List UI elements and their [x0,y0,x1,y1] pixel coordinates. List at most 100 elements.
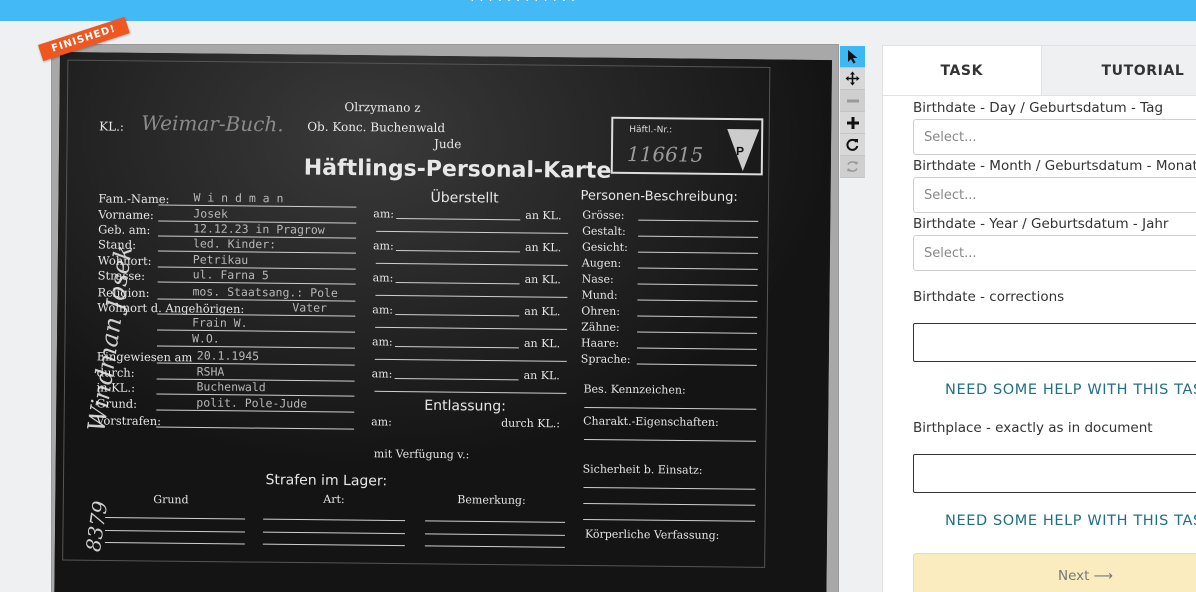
card-left-value: RSHA [197,364,225,378]
card-left-label: Vorstrafen: [95,413,161,428]
move-icon[interactable] [840,68,865,90]
personen-label: Grösse: [582,208,624,221]
triangle-letter: P [736,144,744,158]
uberstellt-ankl-label: an KL. [524,369,560,382]
card-left-value: Buchenwald [196,379,265,394]
koerper-label: Körperliche Verfassung: [585,528,720,542]
birthdate-year-label: Birthdate - Year / Geburtsdatum - Jahr [913,216,1169,232]
next-button[interactable]: Next ⟶ [913,553,1196,592]
uberstellt-heading: Überstellt [430,188,499,207]
uberstellt-am-label: am: [372,367,393,380]
card-left-label: Stand: [98,237,136,251]
uberstellt-am-label: am: [373,239,394,252]
durch-kl-label: durch KL.: [501,417,560,431]
zoom-in-icon[interactable] [840,112,865,134]
birthplace-input[interactable] [913,454,1196,493]
strafen-col-bemerkung: Bemerkung: [457,493,526,507]
card-left-label: in KL.: [96,380,135,394]
personen-label: Ohren: [581,304,620,317]
uberstellt-am-label: am: [372,335,393,348]
uberstellt-ankl-label: an KL. [524,337,560,350]
uberstellt-ankl-label: an KL. [525,273,561,286]
uberstellt-ankl-label: an KL. [525,209,561,222]
doc-kl-label: KL.: [99,119,124,133]
tab-tutorial[interactable]: TUTORIAL [1040,46,1196,95]
card-left-label: Geb. am: [98,222,150,237]
panel-tabs: TASK TUTORIAL [883,46,1196,96]
task-panel: TASK TUTORIAL Birthdate - Day / Geburtsd… [882,45,1196,592]
uberstellt-ankl-label: an KL. [524,305,560,318]
charakt-label: Charakt.-Eigenschaften: [583,414,719,428]
personen-label: Nase: [582,272,614,285]
help-link-2[interactable]: NEED SOME HELP WITH THIS TASK? [945,513,1196,529]
birthdate-corrections-input[interactable] [913,323,1196,362]
entlassung-heading: Entlassung: [424,398,506,415]
birthdate-month-label: Birthdate - Month / Geburtsdatum - Monat [913,158,1196,174]
uberstellt-am-label: am: [373,271,394,284]
card-left-value: 12.12.23 in Pragrow [193,221,325,236]
card-left-label: Strasse: [98,268,145,282]
haftling-nr-label: Häftl.-Nr.: [629,125,672,135]
card-left-value: led. Kinder: [193,236,276,251]
pointer-icon[interactable] [840,46,865,68]
top-banner: · · · · · · · · · · · · [0,0,1196,21]
personen-label: Mund: [581,288,617,301]
card-left-label: durch: [97,365,135,379]
birthdate-day-label: Birthdate - Day / Geburtsdatum - Tag [913,100,1164,116]
doc-title: Häftlings-Personal-Karte [304,156,612,184]
card-left-value: Josek [193,206,228,220]
birthdate-corrections-label: Birthdate - corrections [913,289,1065,305]
personen-label: Gesicht: [582,240,628,253]
card-left-value: Vater [292,300,327,314]
personen-label: Augen: [581,256,622,269]
doc-category: Jude [432,137,461,151]
haftling-nr: 116615 [627,142,704,167]
entlassung-am-label: am: [371,415,392,428]
uberstellt-am-label: am: [373,207,394,220]
reset-icon[interactable] [840,156,865,178]
personen-label: Haare: [581,336,619,349]
birthplace-label: Birthplace - exactly as in document [913,420,1153,436]
card-left-label: Wohnort d. Angehörigen: [97,300,244,316]
uberstellt-ankl-label: an KL. [525,241,561,254]
birthdate-year-select[interactable]: Select... [913,235,1196,271]
viewer-toolbar [840,46,865,178]
card-left-value: W.O. [192,331,220,345]
rotate-icon[interactable] [840,134,865,156]
card-left-label: Grund: [96,396,137,410]
card-left-label: Wohnort: [98,253,152,268]
doc-stamp: Ob. Konc. Buchenwald [307,120,445,135]
birthdate-day-select[interactable]: Select... [913,119,1196,155]
card-left-value: ul. Farna 5 [193,267,269,282]
kennzeichen-label: Bes. Kennzeichen: [583,383,685,397]
personen-label: Sprache: [581,352,631,366]
uberstellt-am-label: am: [372,303,393,316]
prisoner-card-scan: Olrzymano z KL.: Weimar-Buch. Ob. Konc. … [54,52,832,592]
card-left-value: Petrikau [193,252,249,267]
zoom-out-icon[interactable] [840,90,865,112]
card-left-label: Eingewiesen am [97,349,193,364]
personen-heading: Personen-Beschreibung: [580,188,737,205]
card-left-label: Religion: [97,285,149,300]
sicherheit-label: Sicherheit b. Einsatz: [583,462,703,476]
doc-kl-value: Weimar-Buch. [141,111,284,136]
personen-label: Zähne: [581,320,620,333]
strafen-heading: Strafen im Lager: [265,472,387,489]
card-left-label: Vorname: [97,207,154,222]
card-left-value: W i n d m a n [193,190,283,205]
card-left-value: mos. Staatsang.: Pole [192,284,338,300]
strafen-col-art: Art: [322,493,344,506]
card-left-label: Fam.-Name: [98,191,169,206]
strafen-col-grund: Grund [153,493,188,506]
card-left-value: 20.1.1945 [197,348,259,363]
tab-task[interactable]: TASK [883,46,1041,95]
doc-header-top: Olrzymano z [344,100,420,115]
card-left-value: Frain W. [192,315,248,330]
help-link-1[interactable]: NEED SOME HELP WITH THIS TASK? [945,382,1196,398]
card-left-value: polit. Pole-Jude [196,395,307,410]
top-banner-text: · · · · · · · · · · · · [470,0,576,7]
prisoner-card-image[interactable]: Olrzymano z KL.: Weimar-Buch. Ob. Konc. … [54,52,832,592]
mit-verfuegung-label: mit Verfügung v.: [374,447,470,461]
birthdate-month-select[interactable]: Select... [913,177,1196,213]
personen-label: Gestalt: [582,224,626,237]
